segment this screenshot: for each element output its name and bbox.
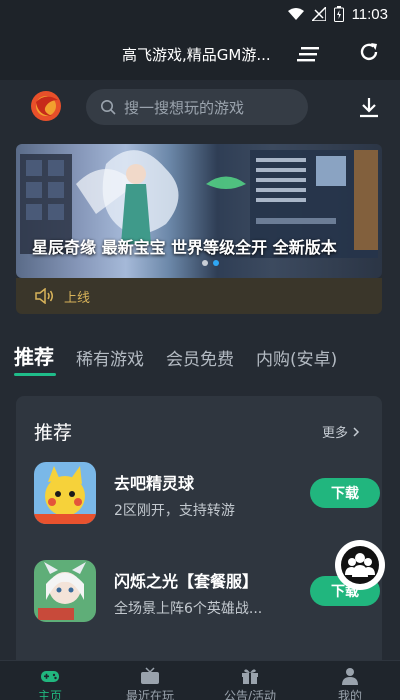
banner-dot[interactable] bbox=[202, 260, 208, 266]
game-name: 去吧精灵球 bbox=[114, 474, 195, 493]
nav-recently-played[interactable]: 最近在玩 bbox=[110, 661, 190, 700]
user-icon bbox=[342, 668, 358, 685]
group-icon bbox=[341, 546, 379, 584]
refresh-icon[interactable] bbox=[358, 41, 380, 63]
banner-pagination bbox=[202, 260, 219, 266]
nav-home[interactable]: 主页 bbox=[10, 661, 90, 700]
chevron-right-icon bbox=[353, 426, 360, 437]
card-title: 推荐 bbox=[34, 422, 73, 444]
game-description: 2区刚开，支持转游 bbox=[114, 503, 235, 519]
bottom-navigation: 主页 最近在玩 公告/活动 我的 bbox=[0, 660, 400, 700]
announcement-bar[interactable]: 上线 bbox=[16, 278, 382, 314]
menu-icon[interactable] bbox=[297, 46, 319, 62]
banner-caption: 星辰奇缘 最新宝宝 世界等级全开 全新版本 bbox=[32, 238, 337, 257]
nav-label: 我的 bbox=[337, 689, 362, 700]
tv-icon bbox=[141, 667, 159, 684]
nav-label: 最近在玩 bbox=[125, 689, 174, 700]
category-tabs: 推荐 稀有游戏 会员免费 内购(安卓) bbox=[14, 342, 394, 376]
more-label: 更多 bbox=[322, 426, 349, 441]
tab-member-free[interactable]: 会员免费 bbox=[166, 345, 234, 376]
signal-icon bbox=[311, 7, 326, 21]
search-input[interactable]: 搜一搜想玩的游戏 bbox=[86, 89, 308, 125]
nav-profile[interactable]: 我的 bbox=[310, 661, 390, 700]
status-bar: 11:03 bbox=[0, 0, 400, 28]
wifi-icon bbox=[287, 8, 304, 20]
game-list-item[interactable]: 闪烁之光【套餐服】 全场景上阵6个英雄战... 下载 bbox=[34, 560, 380, 626]
speaker-icon bbox=[35, 288, 53, 304]
game-name: 闪烁之光【套餐服】 bbox=[114, 572, 259, 591]
status-time: 11:03 bbox=[351, 5, 388, 23]
search-placeholder: 搜一搜想玩的游戏 bbox=[124, 98, 245, 117]
tab-rare-games[interactable]: 稀有游戏 bbox=[76, 345, 144, 376]
game-icon-anime-girl bbox=[34, 560, 96, 622]
floating-community-button[interactable] bbox=[335, 540, 385, 590]
gift-icon bbox=[242, 669, 258, 684]
download-button[interactable]: 下载 bbox=[310, 478, 380, 508]
game-description: 全场景上阵6个英雄战... bbox=[114, 601, 263, 617]
game-icon-pikachu bbox=[34, 462, 96, 524]
more-link[interactable]: 更多 bbox=[322, 422, 360, 441]
announcement-text: 上线 bbox=[64, 290, 91, 306]
nav-label: 公告/活动 bbox=[223, 689, 277, 700]
gamepad-icon bbox=[41, 671, 59, 682]
nav-label: 主页 bbox=[37, 689, 62, 700]
battery-icon bbox=[333, 6, 344, 22]
recommend-card: 推荐 更多 去吧精灵球 2区刚开，支持转游 下载 闪烁之光【套餐服】 全场景上阵… bbox=[16, 396, 382, 700]
title-bar: 高飞游戏,精品GM游... bbox=[0, 28, 400, 80]
search-icon bbox=[101, 100, 116, 115]
app-logo-icon bbox=[31, 91, 61, 121]
download-icon[interactable] bbox=[358, 96, 380, 118]
page-title: 高飞游戏,精品GM游... bbox=[122, 46, 271, 64]
nav-announcements[interactable]: 公告/活动 bbox=[210, 661, 290, 700]
tab-recommend[interactable]: 推荐 bbox=[14, 341, 56, 376]
banner-carousel[interactable]: 星辰奇缘 最新宝宝 世界等级全开 全新版本 bbox=[16, 144, 382, 278]
tab-in-app-purchase[interactable]: 内购(安卓) bbox=[256, 345, 337, 376]
banner-dot-active[interactable] bbox=[213, 260, 219, 266]
game-list-item[interactable]: 去吧精灵球 2区刚开，支持转游 下载 bbox=[34, 462, 380, 528]
